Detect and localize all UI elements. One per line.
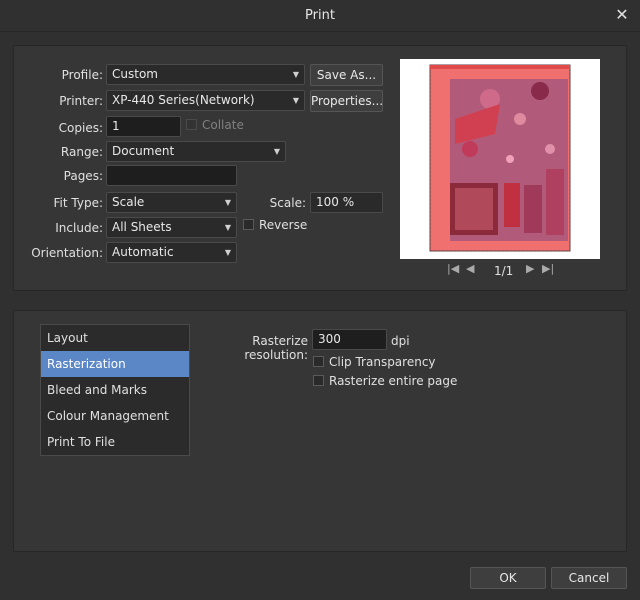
ok-button[interactable]: OK bbox=[470, 567, 546, 589]
clip-transparency-label: Clip Transparency bbox=[329, 355, 436, 369]
printer-value: XP-440 Series(Network) bbox=[112, 93, 255, 107]
chevron-down-icon: ▼ bbox=[273, 147, 280, 156]
cancel-button[interactable]: Cancel bbox=[551, 567, 627, 589]
reverse-label: Reverse bbox=[259, 218, 308, 232]
range-label: Range: bbox=[60, 145, 103, 159]
copies-input[interactable]: 1 bbox=[106, 116, 181, 137]
range-select[interactable]: Document ▼ bbox=[106, 141, 286, 162]
sidebar-item-colour-management[interactable]: Colour Management bbox=[41, 403, 189, 429]
include-value: All Sheets bbox=[112, 220, 172, 234]
printer-label: Printer: bbox=[59, 94, 103, 108]
sidebar-item-bleed-and-marks[interactable]: Bleed and Marks bbox=[41, 377, 189, 403]
chevron-down-icon: ▼ bbox=[224, 223, 231, 232]
options-category-list: Layout Rasterization Bleed and Marks Col… bbox=[40, 324, 190, 456]
close-icon[interactable]: ✕ bbox=[612, 5, 632, 25]
rasterize-entire-page-checkbox[interactable]: Rasterize entire page bbox=[313, 374, 457, 390]
include-label: Include: bbox=[55, 221, 103, 235]
resolution-unit: dpi bbox=[391, 334, 410, 348]
scale-input[interactable]: 100 % bbox=[310, 192, 383, 213]
copies-label: Copies: bbox=[58, 121, 103, 135]
fit-type-label: Fit Type: bbox=[53, 196, 104, 210]
orientation-select[interactable]: Automatic ▼ bbox=[106, 242, 237, 263]
sidebar-item-layout[interactable]: Layout bbox=[41, 325, 189, 351]
rasterize-resolution-input[interactable]: 300 bbox=[312, 329, 387, 350]
include-select[interactable]: All Sheets ▼ bbox=[106, 217, 237, 238]
page-indicator: 1/1 bbox=[494, 264, 514, 278]
orientation-label: Orientation: bbox=[31, 246, 103, 260]
title-bar: Print ✕ bbox=[0, 0, 640, 32]
chevron-down-icon: ▼ bbox=[292, 96, 299, 105]
sidebar-item-print-to-file[interactable]: Print To File bbox=[41, 429, 189, 455]
last-page-icon[interactable]: ▶| bbox=[542, 262, 554, 275]
pages-label: Pages: bbox=[63, 169, 103, 183]
reverse-checkbox[interactable]: Reverse bbox=[243, 218, 307, 234]
rasterize-resolution-label: Rasterize resolution: bbox=[244, 334, 308, 362]
chevron-down-icon: ▼ bbox=[224, 198, 231, 207]
profile-label: Profile: bbox=[61, 68, 103, 82]
printer-select[interactable]: XP-440 Series(Network) ▼ bbox=[106, 90, 305, 111]
profile-value: Custom bbox=[112, 67, 158, 81]
window-title: Print bbox=[305, 8, 335, 23]
collate-checkbox[interactable]: Collate bbox=[186, 118, 244, 134]
clip-transparency-checkbox[interactable]: Clip Transparency bbox=[313, 355, 436, 371]
fit-type-select[interactable]: Scale ▼ bbox=[106, 192, 237, 213]
properties-button[interactable]: Properties... bbox=[310, 90, 383, 112]
print-preview bbox=[400, 59, 600, 259]
next-page-icon[interactable]: ▶ bbox=[526, 262, 534, 275]
range-value: Document bbox=[112, 144, 175, 158]
first-page-icon[interactable]: |◀ bbox=[447, 262, 459, 275]
preview-page-image bbox=[429, 64, 571, 252]
collate-label: Collate bbox=[202, 118, 244, 132]
previous-page-icon[interactable]: ◀ bbox=[466, 262, 474, 275]
pages-input[interactable] bbox=[106, 165, 237, 186]
rasterize-entire-page-label: Rasterize entire page bbox=[329, 374, 458, 388]
clip-transparency-checkbox-box bbox=[313, 356, 324, 367]
fit-type-value: Scale bbox=[112, 195, 145, 209]
reverse-checkbox-box bbox=[243, 219, 254, 230]
sidebar-item-rasterization[interactable]: Rasterization bbox=[41, 351, 189, 377]
orientation-value: Automatic bbox=[112, 245, 174, 259]
collate-checkbox-box bbox=[186, 119, 197, 130]
rasterize-entire-page-checkbox-box bbox=[313, 375, 324, 386]
scale-label: Scale: bbox=[269, 196, 306, 210]
profile-select[interactable]: Custom ▼ bbox=[106, 64, 305, 85]
chevron-down-icon: ▼ bbox=[224, 248, 231, 257]
chevron-down-icon: ▼ bbox=[292, 70, 299, 79]
save-as-button[interactable]: Save As... bbox=[310, 64, 383, 86]
